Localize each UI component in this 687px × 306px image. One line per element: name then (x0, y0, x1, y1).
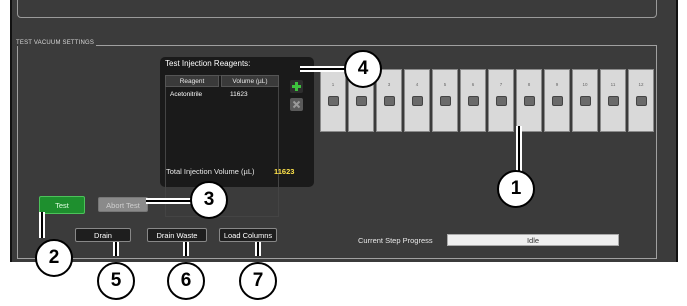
load-columns-button[interactable]: Load Columns (219, 228, 277, 242)
tube-number: 9 (555, 82, 559, 87)
vacuum-tube-4[interactable]: 4 (404, 69, 430, 132)
current-step-progress-label: Current Step Progress (358, 236, 433, 245)
vacuum-tube-11[interactable]: 11 (600, 69, 626, 132)
callout-6-leader (185, 242, 187, 256)
tube-number: 3 (387, 82, 391, 87)
vacuum-tube-1[interactable]: 1 (320, 69, 346, 132)
callout-2: 2 (35, 239, 73, 277)
tube-number: 10 (582, 82, 588, 87)
vacuum-tube-7[interactable]: 7 (488, 69, 514, 132)
tube-valve-button[interactable] (328, 96, 339, 106)
column-header-volume[interactable]: Volume (µL) (221, 75, 279, 87)
tube-valve-button[interactable] (552, 96, 563, 106)
abort-test-button[interactable]: Abort Test (98, 197, 148, 212)
callout-3: 3 (190, 181, 228, 219)
tube-valve-button[interactable] (440, 96, 451, 106)
table-row-volume[interactable]: 11623 (230, 91, 248, 98)
callout-1-leader (518, 126, 520, 172)
table-row-reagent[interactable]: Acetonitrile (170, 91, 202, 98)
plus-icon (292, 82, 301, 91)
callout-4: 4 (344, 50, 382, 88)
remove-reagent-button[interactable] (290, 98, 303, 111)
tube-valve-button[interactable] (356, 96, 367, 106)
tube-number: 4 (415, 82, 419, 87)
total-injection-volume-label: Total Injection Volume (µL) (166, 167, 255, 176)
vacuum-tube-6[interactable]: 6 (460, 69, 486, 132)
tube-valve-button[interactable] (524, 96, 535, 106)
tube-valve-button[interactable] (412, 96, 423, 106)
vacuum-tube-8[interactable]: 8 (516, 69, 542, 132)
reagents-title: Test Injection Reagents: (165, 59, 251, 68)
test-button[interactable]: Test (39, 196, 85, 214)
section-title: TEST VACUUM SETTINGS (14, 40, 97, 46)
add-reagent-button[interactable] (290, 80, 303, 93)
callout-6: 6 (167, 262, 205, 300)
tube-number: 6 (471, 82, 475, 87)
callout-4-leader (300, 68, 346, 70)
vacuum-tube-9[interactable]: 9 (544, 69, 570, 132)
callout-5-leader (115, 242, 117, 256)
vacuum-tube-12[interactable]: 12 (628, 69, 654, 132)
drain-waste-button[interactable]: Drain Waste (147, 228, 207, 242)
callout-1: 1 (497, 170, 535, 208)
tube-number: 1 (331, 82, 335, 87)
tube-valve-button[interactable] (384, 96, 395, 106)
callout-7-leader (257, 242, 259, 256)
column-header-reagent[interactable]: Reagent (165, 75, 219, 87)
vacuum-tube-10[interactable]: 10 (572, 69, 598, 132)
callout-2-leader (41, 212, 43, 238)
total-injection-volume-value: 11623 (274, 167, 295, 176)
tube-number: 11 (610, 82, 616, 87)
callout-5: 5 (97, 262, 135, 300)
callout-7: 7 (239, 262, 277, 300)
tube-valve-button[interactable] (468, 96, 479, 106)
current-step-progress-bar: Idle (447, 234, 619, 246)
tube-number: 12 (638, 82, 644, 87)
vacuum-tube-3[interactable]: 3 (376, 69, 402, 132)
top-panel (17, 0, 657, 18)
tube-valve-button[interactable] (580, 96, 591, 106)
tube-number: 8 (527, 82, 531, 87)
tube-number: 7 (499, 82, 503, 87)
tube-valve-button[interactable] (608, 96, 619, 106)
x-icon (292, 100, 301, 109)
drain-button[interactable]: Drain (75, 228, 131, 242)
callout-3-leader (146, 200, 192, 202)
vacuum-tube-5[interactable]: 5 (432, 69, 458, 132)
tube-valve-button[interactable] (636, 96, 647, 106)
tube-number: 5 (443, 82, 447, 87)
tube-valve-button[interactable] (496, 96, 507, 106)
